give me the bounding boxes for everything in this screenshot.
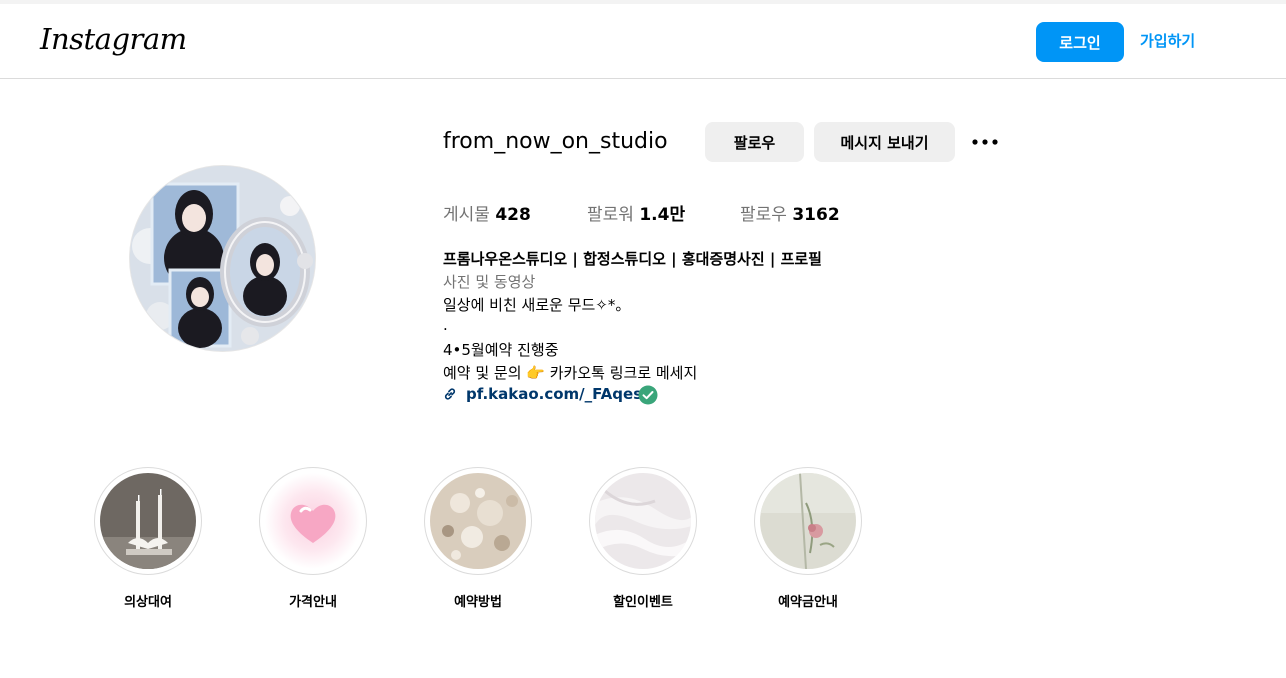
verified-check-icon <box>638 385 658 405</box>
highlight-ring <box>94 467 202 575</box>
stat-value: 3162 <box>792 205 840 225</box>
stat-label: 팔로워 <box>587 205 634 225</box>
posts-count: 게시물 428 <box>443 200 531 225</box>
top-navbar: Instagram 로그인 가입하기 <box>0 4 1286 79</box>
profile-full-name: 프롬나우온스튜디오 | 합정스튜디오 | 홍대증명사진 | 프로필 <box>443 250 822 268</box>
stat-label: 게시물 <box>443 205 490 225</box>
followers-count[interactable]: 팔로워 1.4만 <box>587 200 685 225</box>
bio-line: 예약 및 문의 👉 카카오톡 링크로 메세지 <box>443 364 698 382</box>
stat-value: 428 <box>495 205 531 225</box>
stat-value: 1.4만 <box>639 205 686 225</box>
highlight-ring <box>589 467 697 575</box>
bio-line: . <box>443 316 448 334</box>
send-message-button[interactable]: 메시지 보내기 <box>814 122 955 162</box>
story-highlight[interactable]: 할인이벤트 <box>589 467 697 610</box>
instagram-logo[interactable]: Instagram <box>40 22 187 56</box>
highlight-cover <box>430 473 526 569</box>
following-count[interactable]: 팔로우 3162 <box>740 200 840 225</box>
link-icon <box>443 386 457 400</box>
highlight-ring <box>259 467 367 575</box>
highlight-label: 예약방법 <box>454 595 502 610</box>
signup-link[interactable]: 가입하기 <box>1140 30 1195 51</box>
profile-photo-illustration <box>130 166 315 351</box>
highlight-ring <box>754 467 862 575</box>
profile-link-text[interactable]: pf.kakao.com/_FAqes <box>466 385 642 403</box>
story-highlight[interactable]: 의상대여 <box>94 467 202 610</box>
story-highlight[interactable]: 가격안내 <box>259 467 367 610</box>
more-horizontal-icon[interactable] <box>969 129 1001 155</box>
profile-username: from_now_on_studio <box>443 129 668 154</box>
highlight-label: 할인이벤트 <box>613 595 673 610</box>
highlight-cover <box>265 473 361 569</box>
highlight-label: 예약금안내 <box>778 595 838 610</box>
highlight-cover <box>760 473 856 569</box>
story-highlight[interactable]: 예약금안내 <box>754 467 862 610</box>
login-button[interactable]: 로그인 <box>1036 22 1124 62</box>
highlight-cover <box>100 473 196 569</box>
highlight-ring <box>424 467 532 575</box>
bio-line: 일상에 비친 새로운 무드✧*。 <box>443 296 631 314</box>
highlight-label: 의상대여 <box>124 595 172 610</box>
highlight-label: 가격안내 <box>289 595 337 610</box>
bio-line: 4•5월예약 진행중 <box>443 341 559 359</box>
profile-category: 사진 및 동영상 <box>443 273 536 291</box>
highlight-cover <box>595 473 691 569</box>
stat-label: 팔로우 <box>740 205 787 225</box>
follow-button[interactable]: 팔로우 <box>705 122 804 162</box>
story-highlight[interactable]: 예약방법 <box>424 467 532 610</box>
profile-avatar[interactable] <box>129 165 316 352</box>
